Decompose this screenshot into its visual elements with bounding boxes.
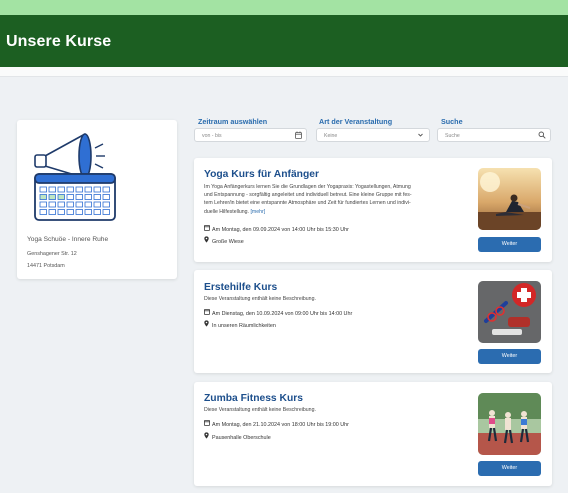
- weiter-button[interactable]: Weiter: [478, 237, 541, 252]
- page-header: Unsere Kurse: [0, 15, 568, 67]
- course-card-erstehilfe: Erstehilfe Kurs Diese Veranstaltung enth…: [194, 270, 552, 373]
- course-description: Diese Veranstaltung enthält keine Beschr…: [204, 406, 472, 414]
- course-title[interactable]: Erstehilfe Kurs: [204, 282, 277, 293]
- weiter-button[interactable]: Weiter: [478, 461, 541, 476]
- course-description: Im Yoga Anfängerkurs lernen Sie die Grun…: [204, 183, 472, 216]
- date-range-placeholder: von - bis: [202, 132, 222, 139]
- course-date-text: Am Montag, den 21.10.2024 von 18:00 Uhr …: [212, 422, 349, 428]
- desc-line: Diese Veranstaltung enthält keine Beschr…: [204, 296, 316, 302]
- more-link[interactable]: [mehr]: [250, 209, 265, 215]
- location-pin-icon: [204, 432, 212, 441]
- course-location: Große Wiese: [204, 236, 244, 245]
- course-date-text: Am Dienstag, den 10.09.2024 von 09:00 Uh…: [212, 311, 353, 317]
- megaphone-calendar-icon: [34, 133, 116, 221]
- calendar-icon: [204, 224, 212, 233]
- course-image: [478, 393, 541, 455]
- filter-art-label: Art der Veranstaltung: [319, 117, 393, 126]
- search-icon[interactable]: [538, 131, 546, 142]
- calendar-icon: [204, 308, 212, 317]
- course-image: [478, 168, 541, 230]
- page-title: Unsere Kurse: [6, 33, 112, 50]
- calendar-icon: [295, 131, 302, 142]
- weiter-button[interactable]: Weiter: [478, 349, 541, 364]
- search-input[interactable]: Suche: [437, 128, 551, 142]
- course-date: Am Montag, den 21.10.2024 von 18:00 Uhr …: [204, 419, 349, 428]
- desc-line: und Entspannung - sorgfältig angeleitet …: [204, 192, 412, 199]
- desc-line: Im Yoga Anfängerkurs lernen Sie die Grun…: [204, 184, 411, 190]
- header-divider: [0, 67, 568, 77]
- calendar-icon: [204, 419, 212, 428]
- course-location: Pausenhalle Oberschule: [204, 432, 271, 441]
- course-location-text: Pausenhalle Oberschule: [212, 435, 271, 441]
- course-location-text: Große Wiese: [212, 239, 244, 245]
- course-image: [478, 281, 541, 343]
- course-location-text: In unseren Räumlichkeiten: [212, 323, 276, 329]
- filter-suche-label: Suche: [441, 117, 463, 126]
- search-placeholder: Suche: [445, 132, 460, 139]
- filter-zeitraum-label: Zeitraum auswählen: [198, 117, 268, 126]
- course-title[interactable]: Zumba Fitness Kurs: [204, 393, 303, 404]
- course-location: In unseren Räumlichkeiten: [204, 320, 276, 329]
- date-range-input[interactable]: von - bis: [194, 128, 307, 142]
- event-type-select[interactable]: Keine: [316, 128, 430, 142]
- desc-line: Diese Veranstaltung enthält keine Beschr…: [204, 407, 316, 413]
- course-card-zumba: Zumba Fitness Kurs Diese Veranstaltung e…: [194, 382, 552, 486]
- event-type-value: Keine: [324, 132, 338, 139]
- desc-line: duelle Hilfestellung.: [204, 208, 249, 215]
- provider-card: Yoga Schuöe - Innere Ruhe Genshagener St…: [17, 120, 177, 279]
- course-card-yoga: Yoga Kurs für Anfänger Im Yoga Anfängerk…: [194, 158, 552, 262]
- location-pin-icon: [204, 236, 212, 245]
- course-title[interactable]: Yoga Kurs für Anfänger: [204, 169, 319, 180]
- top-accent-bar: [0, 0, 568, 15]
- chevron-down-icon: [417, 131, 424, 142]
- course-date: Am Dienstag, den 10.09.2024 von 09:00 Uh…: [204, 308, 352, 317]
- course-description: Diese Veranstaltung enthält keine Beschr…: [204, 295, 472, 303]
- provider-street: Genshagener Str. 12: [27, 251, 77, 257]
- course-date: Am Montag, den 09.09.2024 von 14:00 Uhr …: [204, 224, 349, 233]
- course-date-text: Am Montag, den 09.09.2024 von 14:00 Uhr …: [212, 227, 349, 233]
- desc-line: tem Lehrer/in bietet eine entspannte Atm…: [204, 200, 411, 207]
- provider-city: 14471 Potsdam: [27, 263, 65, 269]
- provider-name: Yoga Schuöe - Innere Ruhe: [27, 236, 109, 243]
- location-pin-icon: [204, 320, 212, 329]
